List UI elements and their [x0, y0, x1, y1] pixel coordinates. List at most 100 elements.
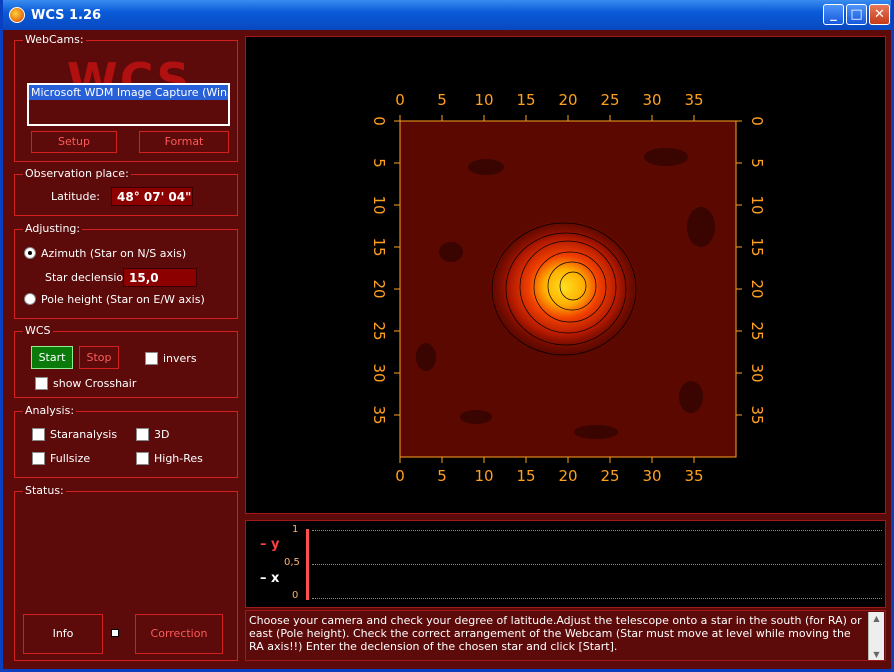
star-contour-view[interactable]: 0 5 10 15 20 25 30 35 0 5 10 15 20 25 30 35 0 5 10 15 20 25… [245, 36, 886, 514]
y-legend: – y [260, 537, 280, 552]
latitude-label: Latitude: [51, 190, 100, 203]
title-bar[interactable]: WCS 1.26 _ □ ✕ [3, 0, 891, 30]
gridline-1 [312, 530, 882, 531]
bottom-tick-label: 15 [516, 467, 535, 485]
invers-label: invers [163, 352, 197, 365]
right-tick-label: 25 [748, 321, 766, 340]
top-axis-ticks: 0 5 10 15 20 25 30 35 [395, 91, 704, 121]
analysis-caption: Analysis: [23, 404, 77, 417]
graph-y-axis [306, 529, 309, 600]
bottom-tick-label: 10 [474, 467, 493, 485]
start-button[interactable]: Start [31, 346, 73, 369]
maximize-button[interactable]: □ [846, 4, 867, 25]
pole-height-label: Pole height (Star on E/W axis) [41, 293, 205, 306]
instructions-box[interactable]: Choose your camera and check your degree… [245, 610, 886, 661]
azimuth-radio[interactable] [24, 247, 36, 259]
app-window: WCS 1.26 _ □ ✕ WebCams: WCS Microsoft WD… [0, 0, 894, 672]
bottom-tick-label: 35 [684, 467, 703, 485]
tracking-graph: – y – x 1 0,5 0 [245, 520, 886, 608]
staranalysis-label: Staranalysis [50, 428, 118, 441]
info-button[interactable]: Info [23, 614, 103, 654]
right-axis-ticks: 0 5 10 15 20 25 30 35 [736, 116, 766, 425]
setup-button[interactable]: Setup [31, 131, 117, 153]
tick-0: 0 [292, 590, 299, 601]
right-tick-label: 35 [748, 405, 766, 424]
x-legend-label: x [271, 571, 280, 586]
left-tick-label: 25 [370, 321, 388, 340]
status-group: Status: Info Correction [14, 484, 238, 661]
bottom-tick-label: 20 [558, 467, 577, 485]
observation-caption: Observation place: [23, 167, 131, 180]
camera-list[interactable]: Microsoft WDM Image Capture (Win32) [27, 83, 230, 126]
webcams-group: WebCams: WCS Microsoft WDM Image Capture… [14, 33, 238, 162]
webcams-caption: WebCams: [23, 33, 86, 46]
bottom-axis-ticks: 0 5 10 15 20 25 30 35 [395, 457, 704, 485]
left-axis-ticks: 0 5 10 15 20 25 30 35 [370, 116, 400, 425]
latitude-field[interactable]: 48° 07' 04" [111, 187, 193, 206]
invers-checkbox[interactable] [145, 352, 158, 365]
crosshair-checkbox[interactable] [35, 377, 48, 390]
top-tick-label: 35 [684, 91, 703, 109]
staranalysis-checkbox[interactable] [32, 428, 45, 441]
minimize-button[interactable]: _ [823, 4, 844, 25]
declension-field[interactable]: 15,0 [123, 268, 197, 287]
azimuth-label: Azimuth (Star on N/S axis) [41, 247, 187, 260]
x-legend: – x [260, 571, 280, 586]
format-button[interactable]: Format [139, 131, 229, 153]
left-tick-label: 20 [370, 279, 388, 298]
analysis-group: Analysis: Staranalysis 3D Fullsize High-… [14, 404, 238, 478]
contour-plot: 0 5 10 15 20 25 30 35 0 5 10 15 20 25 30 35 0 5 10 15 20 25… [370, 91, 766, 485]
gridline-0 [312, 598, 882, 599]
scroll-down-icon[interactable]: ▼ [869, 648, 884, 660]
gridline-half [312, 564, 882, 565]
instructions-scrollbar[interactable]: ▲ ▼ [868, 612, 884, 660]
right-tick-label: 5 [748, 158, 766, 168]
right-tick-label: 15 [748, 237, 766, 256]
stop-button[interactable]: Stop [79, 346, 119, 369]
right-tick-label: 10 [748, 195, 766, 214]
left-tick-label: 0 [370, 116, 388, 126]
scroll-up-icon[interactable]: ▲ [869, 612, 884, 624]
wcs-caption: WCS [23, 324, 53, 337]
declension-label: Star declension [45, 271, 131, 284]
instructions-text: Choose your camera and check your degree… [249, 614, 862, 653]
bottom-tick-label: 30 [642, 467, 661, 485]
tick-half: 0,5 [284, 557, 300, 568]
status-caption: Status: [23, 484, 66, 497]
correction-button[interactable]: Correction [135, 614, 223, 654]
left-tick-label: 35 [370, 405, 388, 424]
bottom-tick-label: 0 [395, 467, 405, 485]
3d-label: 3D [154, 428, 170, 441]
window-title: WCS 1.26 [31, 7, 102, 23]
left-tick-label: 10 [370, 195, 388, 214]
top-tick-label: 0 [395, 91, 405, 109]
tick-1: 1 [292, 524, 299, 535]
app-icon [9, 7, 25, 23]
right-tick-label: 30 [748, 363, 766, 382]
adjusting-group: Adjusting: Azimuth (Star on N/S axis) St… [14, 222, 238, 319]
star-glow [486, 217, 642, 357]
top-tick-label: 25 [600, 91, 619, 109]
right-tick-label: 20 [748, 279, 766, 298]
top-tick-label: 30 [642, 91, 661, 109]
bottom-tick-label: 5 [437, 467, 447, 485]
crosshair-label: show Crosshair [53, 377, 137, 390]
top-tick-label: 15 [516, 91, 535, 109]
adjusting-caption: Adjusting: [23, 222, 83, 235]
camera-list-item[interactable]: Microsoft WDM Image Capture (Win32) [29, 85, 228, 100]
close-button[interactable]: ✕ [869, 4, 890, 25]
highres-label: High-Res [154, 452, 203, 465]
3d-checkbox[interactable] [136, 428, 149, 441]
right-tick-label: 0 [748, 116, 766, 126]
fullsize-label: Fullsize [50, 452, 91, 465]
bottom-tick-label: 25 [600, 467, 619, 485]
highres-checkbox[interactable] [136, 452, 149, 465]
left-tick-label: 30 [370, 363, 388, 382]
fullsize-checkbox[interactable] [32, 452, 45, 465]
top-tick-label: 20 [558, 91, 577, 109]
pole-height-radio[interactable] [24, 293, 36, 305]
status-indicator [111, 629, 119, 637]
top-tick-label: 5 [437, 91, 447, 109]
wcs-group: WCS Start Stop invers show Crosshair [14, 324, 238, 398]
y-legend-label: y [271, 537, 280, 552]
